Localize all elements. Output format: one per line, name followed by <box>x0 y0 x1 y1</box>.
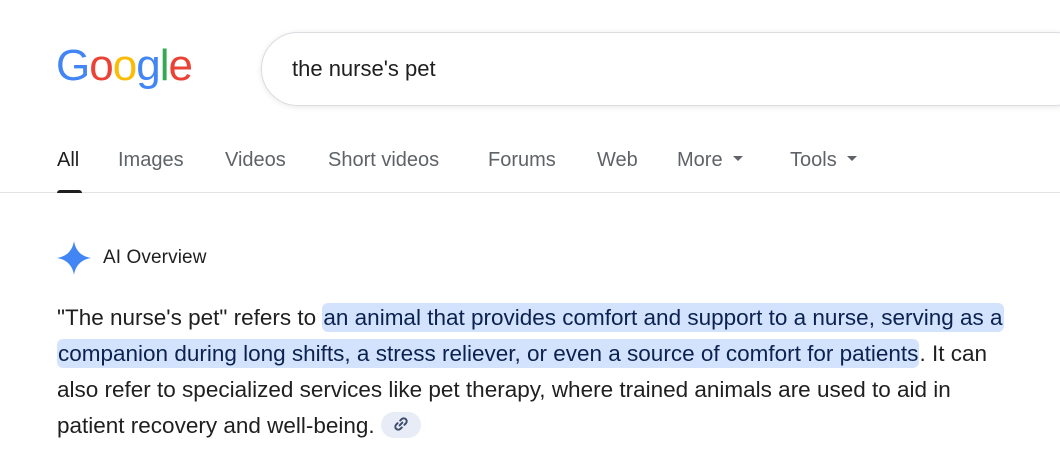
logo-letter: l <box>159 41 170 90</box>
overview-text-intro: "The nurse's pet" refers to <box>57 305 323 330</box>
tab-web[interactable]: Web <box>597 147 638 173</box>
ai-overview-header: AI Overview <box>57 241 207 275</box>
sparkle-icon <box>57 241 91 275</box>
source-link-button[interactable] <box>380 412 421 439</box>
tab-tools-label: Tools <box>790 149 837 171</box>
chevron-down-icon <box>846 156 857 162</box>
search-box <box>261 32 1060 106</box>
logo-letter: o <box>89 41 114 90</box>
tab-all[interactable]: All <box>57 147 79 173</box>
active-tab-indicator <box>57 190 82 193</box>
tab-videos[interactable]: Videos <box>225 147 286 173</box>
tab-more[interactable]: More <box>677 147 743 173</box>
google-logo[interactable]: Google <box>56 40 193 92</box>
chevron-down-icon <box>732 156 743 162</box>
logo-letter: g <box>136 41 161 90</box>
tab-more-label: More <box>677 149 723 171</box>
tab-images[interactable]: Images <box>118 147 184 173</box>
logo-letter: e <box>168 41 193 90</box>
search-input[interactable] <box>292 33 992 105</box>
link-icon <box>393 407 409 443</box>
logo-letter: o <box>112 41 138 90</box>
tab-short-videos[interactable]: Short videos <box>328 147 439 173</box>
search-tabs: All Images Videos Short videos Forums We… <box>0 130 1060 193</box>
tab-tools[interactable]: Tools <box>790 147 857 173</box>
ai-overview-title: AI Overview <box>103 247 207 268</box>
logo-letter: G <box>56 41 90 90</box>
ai-overview-text: "The nurse's pet" refers to an animal th… <box>57 300 1017 444</box>
tab-forums[interactable]: Forums <box>488 147 556 173</box>
